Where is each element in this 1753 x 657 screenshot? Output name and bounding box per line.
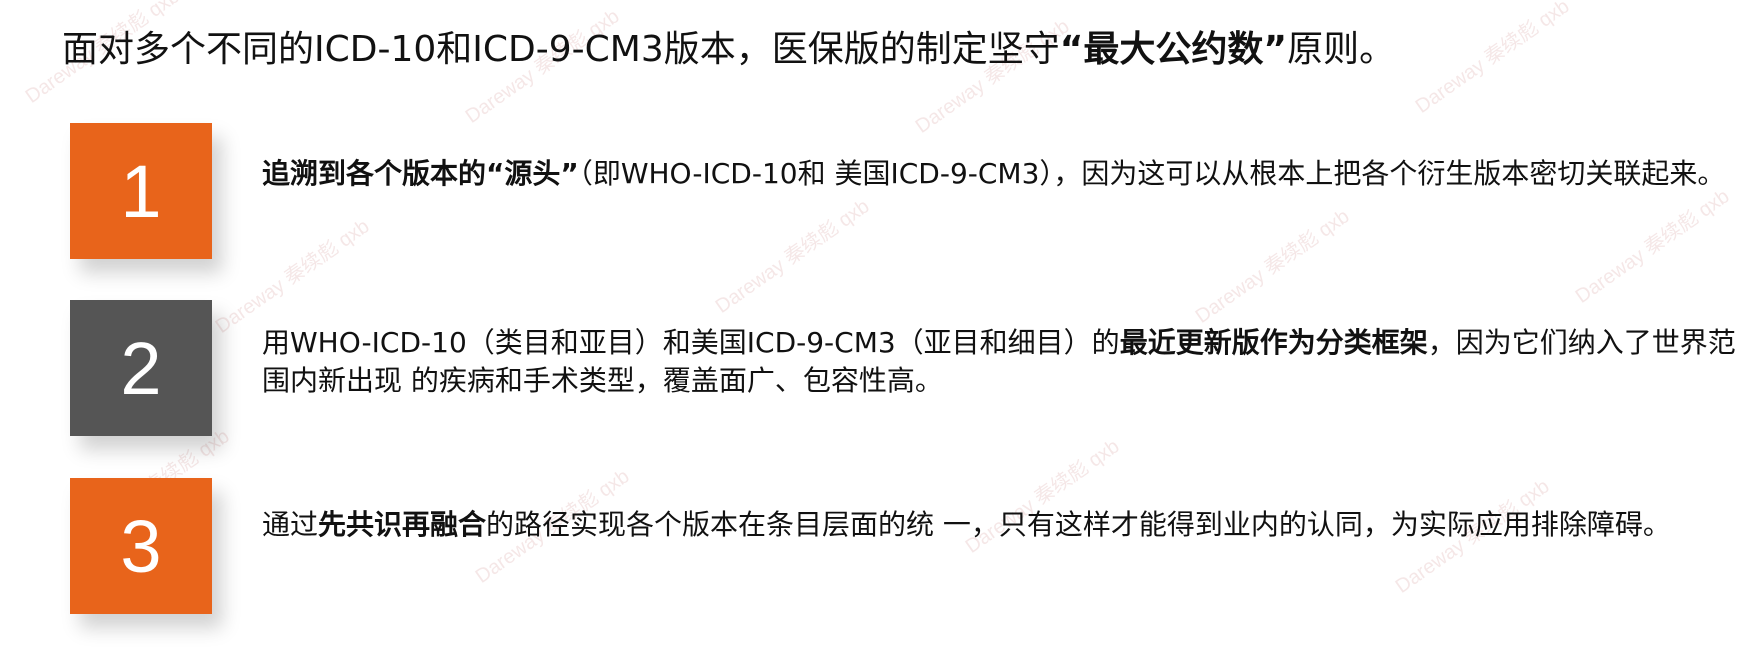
item-body: （即WHO-ICD-10和 美国ICD-9-CM3），因为这可以从根本上把各个衍… [578, 157, 1726, 190]
list-item: 2 用WHO-ICD-10（类目和亚目）和美国ICD-9-CM3（亚目和细目）的… [70, 300, 1736, 436]
item-body-post: 的路径实现各个版本在条目层面的统 一，只有这样才能得到业内的认同，为实际应用排除… [486, 508, 1671, 541]
number-badge: 3 [70, 478, 212, 614]
page-title: 面对多个不同的ICD-10和ICD-9-CM3版本，医保版的制定坚守“最大公约数… [62, 24, 1395, 76]
watermark: Dareway 秦续彪 qxb [1411, 0, 1574, 118]
item-body-pre: 通过 [262, 508, 319, 541]
headline-prefix: 面对多个不同的ICD-10和ICD-9-CM3版本，医保版的制定坚守 [62, 29, 1060, 70]
headline-suffix: 原则。 [1287, 29, 1396, 70]
item-description: 用WHO-ICD-10（类目和亚目）和美国ICD-9-CM3（亚目和细目）的最近… [262, 324, 1753, 400]
item-emphasis: 先共识再融合 [318, 508, 487, 541]
list-item: 1 追溯到各个版本的“源头”（即WHO-ICD-10和 美国ICD-9-CM3）… [70, 123, 1725, 259]
headline-emphasis: “最大公约数” [1059, 29, 1288, 70]
number-badge: 2 [70, 300, 212, 436]
item-body-pre: 用WHO-ICD-10（类目和亚目）和美国ICD-9-CM3（亚目和细目）的 [262, 326, 1120, 359]
item-description: 通过先共识再融合的路径实现各个版本在条目层面的统 一，只有这样才能得到业内的认同… [262, 506, 1753, 544]
number-label: 1 [120, 149, 162, 233]
number-badge: 1 [70, 123, 212, 259]
list-item: 3 通过先共识再融合的路径实现各个版本在条目层面的统 一，只有这样才能得到业内的… [70, 478, 1710, 614]
number-label: 3 [120, 504, 162, 588]
item-emphasis: 追溯到各个版本的“源头” [262, 157, 579, 190]
number-label: 2 [120, 326, 162, 410]
item-description: 追溯到各个版本的“源头”（即WHO-ICD-10和 美国ICD-9-CM3），因… [262, 155, 1753, 193]
item-emphasis: 最近更新版作为分类框架 [1119, 326, 1428, 359]
